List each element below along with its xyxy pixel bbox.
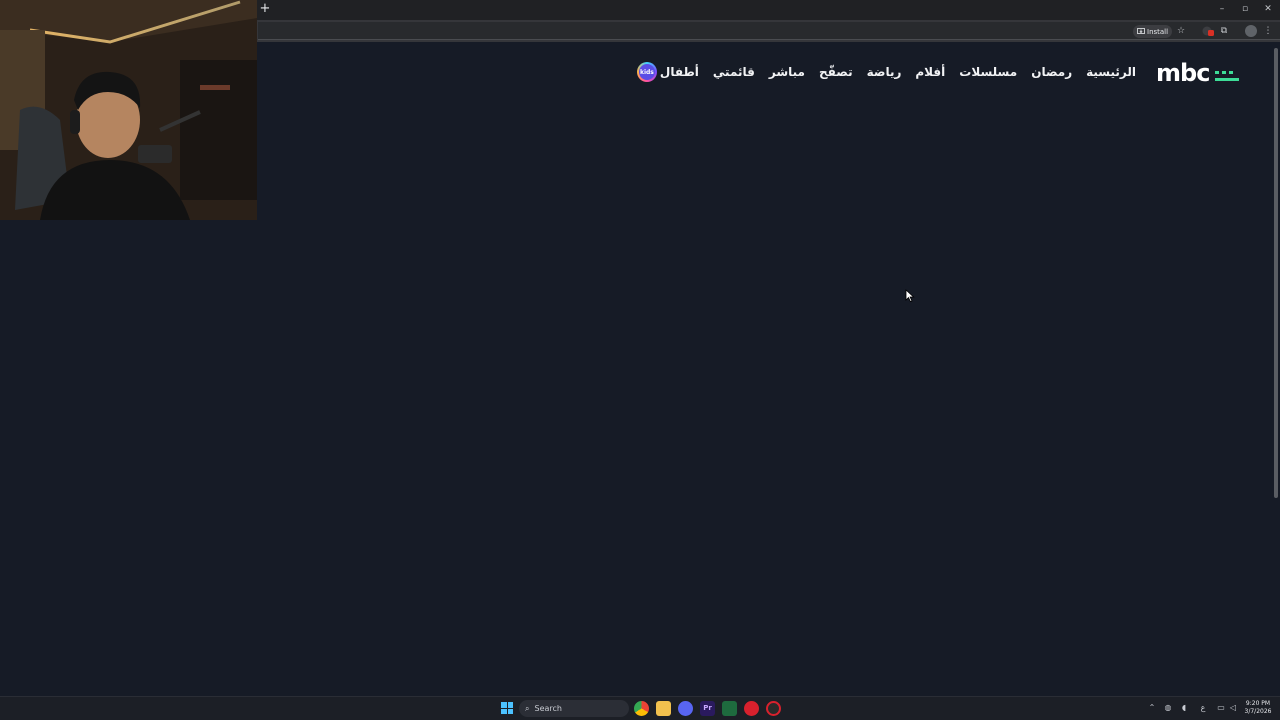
windows-start-icon[interactable] — [501, 702, 513, 714]
nav-home[interactable]: الرئيسية — [1086, 65, 1136, 79]
nav-series[interactable]: مسلسلات — [959, 65, 1017, 79]
main-nav: الرئيسية رمضان مسلسلات أفلام رياضة تصفّح… — [636, 61, 1136, 83]
install-icon — [1137, 28, 1145, 34]
mic-icon[interactable]: ◖ — [1179, 703, 1189, 713]
volume-icon[interactable]: ◁ — [1228, 703, 1238, 713]
webcam-overlay — [0, 0, 257, 220]
taskbar-clock[interactable]: 9:20 PM 3/7/2026 — [1240, 700, 1276, 716]
windows-taskbar: ⌕ Search Pr ⌃ ◍ ◖ ع ▭ ◁ 9:20 PM 3/7/2026 — [0, 696, 1280, 720]
search-label: Search — [534, 704, 562, 713]
nav-ramadan[interactable]: رمضان — [1031, 65, 1072, 79]
nav-sports[interactable]: رياضة — [867, 65, 902, 79]
install-app-button[interactable]: Install — [1133, 25, 1173, 38]
nav-my-list[interactable]: قائمتي — [713, 65, 755, 79]
maximize-button[interactable]: ▫ — [1239, 3, 1251, 15]
menu-icon[interactable]: ⋮ — [1262, 25, 1274, 37]
language-icon[interactable]: ع — [1198, 703, 1208, 713]
kids-badge-icon: kids — [636, 62, 657, 82]
mbc-logo[interactable]: mbc — [1156, 60, 1240, 84]
network-icon[interactable]: ◍ — [1163, 703, 1173, 713]
obs-icon[interactable] — [766, 701, 781, 716]
address-bar[interactable] — [258, 22, 1280, 40]
star-icon[interactable]: ☆ — [1175, 25, 1187, 37]
excel-icon[interactable] — [722, 701, 737, 716]
profile-avatar[interactable] — [1245, 25, 1257, 37]
nav-kids[interactable]: kids أطفال — [636, 62, 699, 82]
extension-badge-icon[interactable] — [1202, 25, 1214, 37]
new-tab-button[interactable]: + — [259, 2, 271, 15]
discord-icon[interactable] — [678, 701, 693, 716]
clock-date: 3/7/2026 — [1244, 708, 1272, 715]
install-label: Install — [1147, 27, 1169, 36]
nav-kids-label: أطفال — [659, 65, 699, 79]
webcam-scene — [0, 0, 257, 220]
close-window-button[interactable]: ✕ — [1262, 3, 1274, 15]
nav-browse[interactable]: تصفّح — [819, 65, 853, 79]
svg-text:mbc: mbc — [1156, 60, 1209, 84]
mouse-cursor-icon — [905, 289, 915, 303]
scrollbar[interactable] — [1274, 48, 1278, 498]
taskbar-search[interactable]: ⌕ Search — [519, 700, 629, 717]
red-app-icon[interactable] — [744, 701, 759, 716]
file-explorer-icon[interactable] — [656, 701, 671, 716]
search-icon: ⌕ — [525, 703, 530, 713]
nav-movies[interactable]: أفلام — [915, 65, 945, 79]
chrome-icon[interactable] — [634, 701, 649, 716]
extensions-icon[interactable]: ⧉ — [1218, 25, 1230, 37]
nav-live[interactable]: مباشر — [769, 65, 805, 79]
premiere-icon[interactable]: Pr — [700, 701, 715, 716]
clock-time: 9:20 PM — [1245, 700, 1271, 707]
display-icon[interactable]: ▭ — [1216, 703, 1226, 713]
chevron-up-icon[interactable]: ⌃ — [1147, 703, 1157, 713]
minimize-button[interactable]: – — [1216, 3, 1228, 15]
